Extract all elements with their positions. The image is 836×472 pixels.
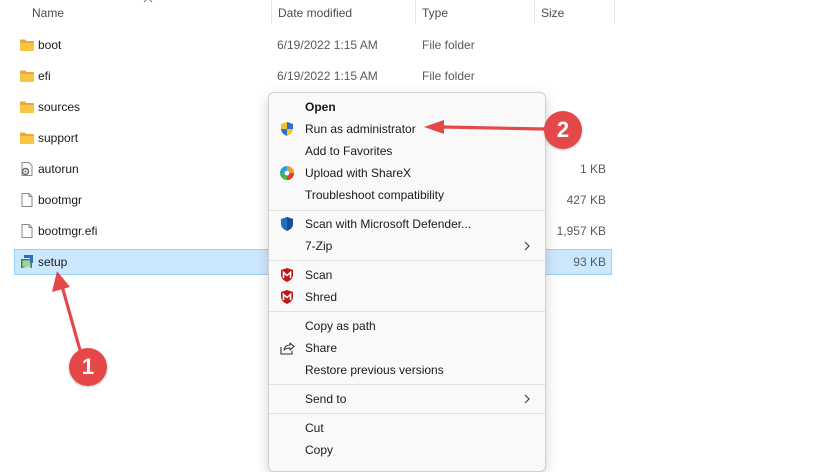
annotation-arrow-1 <box>60 284 82 352</box>
menu-item-shred[interactable]: Shred <box>273 286 541 308</box>
menu-separator <box>269 260 545 261</box>
file-size: 1,957 KB <box>556 224 606 238</box>
file-date: 6/19/2022 1:15 AM <box>277 69 378 83</box>
file-name: support <box>38 131 79 145</box>
menu-item-open[interactable]: Open <box>273 96 541 118</box>
mcafee-shield-icon <box>281 268 293 282</box>
column-divider[interactable] <box>534 0 535 24</box>
file-date: 6/19/2022 1:15 AM <box>277 38 378 52</box>
column-divider[interactable] <box>614 0 615 24</box>
menu-item-label: Run as administrator <box>305 122 416 136</box>
menu-item-run-as-administrator[interactable]: Run as administrator <box>273 118 541 140</box>
menu-item-label: 7-Zip <box>305 239 333 253</box>
uac-shield-icon <box>281 122 293 136</box>
menu-item-label: Send to <box>305 392 347 406</box>
file-type: File folder <box>422 69 475 83</box>
menu-item-restore-previous-versions[interactable]: Restore previous versions <box>273 359 541 381</box>
menu-separator <box>269 413 545 414</box>
menu-item-troubleshoot-compatibility[interactable]: Troubleshoot compatibility <box>273 184 541 206</box>
menu-item-copy[interactable]: Copy <box>273 439 541 461</box>
column-divider[interactable] <box>271 0 272 24</box>
menu-item-label: Shred <box>305 290 338 304</box>
file-row-efi[interactable]: efi 6/19/2022 1:15 AM File folder <box>14 63 612 89</box>
menu-item-copy-as-path[interactable]: Copy as path <box>273 315 541 337</box>
menu-separator <box>269 311 545 312</box>
share-icon <box>280 342 295 355</box>
file-name: efi <box>38 69 51 83</box>
file-size: 1 KB <box>579 162 606 176</box>
menu-item-label: Copy as path <box>305 319 376 333</box>
sharex-icon <box>280 166 294 180</box>
file-type: File folder <box>422 38 475 52</box>
defender-shield-icon <box>281 217 293 231</box>
menu-item-scan-with-defender[interactable]: Scan with Microsoft Defender... <box>273 213 541 235</box>
file-size: 93 KB <box>573 255 606 269</box>
menu-item-label: Troubleshoot compatibility <box>305 188 444 202</box>
menu-item-upload-with-sharex[interactable]: Upload with ShareX <box>273 162 541 184</box>
annotation-step-1-badge: 1 <box>69 348 107 386</box>
file-icon <box>21 193 33 207</box>
file-name: setup <box>38 255 68 269</box>
column-header-date-label: Date modified <box>278 6 353 20</box>
menu-separator <box>269 384 545 385</box>
folder-icon <box>20 132 34 144</box>
file-name: bootmgr.efi <box>38 224 98 238</box>
menu-item-label: Scan with Microsoft Defender... <box>305 217 472 231</box>
column-header-name-label: Name <box>32 6 65 20</box>
file-name: sources <box>38 100 81 114</box>
column-header-type-label: Type <box>422 6 449 20</box>
menu-item-send-to[interactable]: Send to <box>273 388 541 410</box>
menu-item-label: Copy <box>305 443 334 457</box>
menu-item-label: Scan <box>305 268 333 282</box>
menu-item-label: Add to Favorites <box>305 144 393 158</box>
chevron-right-icon <box>524 241 530 251</box>
settings-file-icon <box>21 162 33 176</box>
menu-item-label: Cut <box>305 421 324 435</box>
menu-item-label: Upload with ShareX <box>305 166 412 180</box>
chevron-right-icon <box>524 394 530 404</box>
folder-icon <box>20 70 34 82</box>
menu-separator <box>269 210 545 211</box>
context-menu: Open Run as administrator Add to Favorit… <box>268 92 546 472</box>
folder-icon <box>20 101 34 113</box>
menu-item-label: Restore previous versions <box>305 363 444 377</box>
menu-item-7-zip[interactable]: 7-Zip <box>273 235 541 257</box>
menu-item-cut[interactable]: Cut <box>273 417 541 439</box>
menu-item-label: Open <box>305 100 336 114</box>
file-icon <box>21 224 33 238</box>
menu-item-share[interactable]: Share <box>273 337 541 359</box>
file-name: boot <box>38 38 62 52</box>
mcafee-shield-icon <box>281 290 293 304</box>
sort-up-icon <box>143 0 153 3</box>
column-header-size-label: Size <box>541 6 565 20</box>
column-divider[interactable] <box>415 0 416 24</box>
file-name: bootmgr <box>38 193 83 207</box>
menu-item-scan[interactable]: Scan <box>273 264 541 286</box>
menu-item-add-to-favorites[interactable]: Add to Favorites <box>273 140 541 162</box>
menu-item-label: Share <box>305 341 338 355</box>
annotation-step-2-badge: 2 <box>544 111 582 149</box>
folder-icon <box>20 39 34 51</box>
file-row-boot[interactable]: boot 6/19/2022 1:15 AM File folder <box>14 32 612 58</box>
setup-icon <box>21 255 33 268</box>
file-size: 427 KB <box>566 193 606 207</box>
file-name: autorun <box>38 162 79 176</box>
